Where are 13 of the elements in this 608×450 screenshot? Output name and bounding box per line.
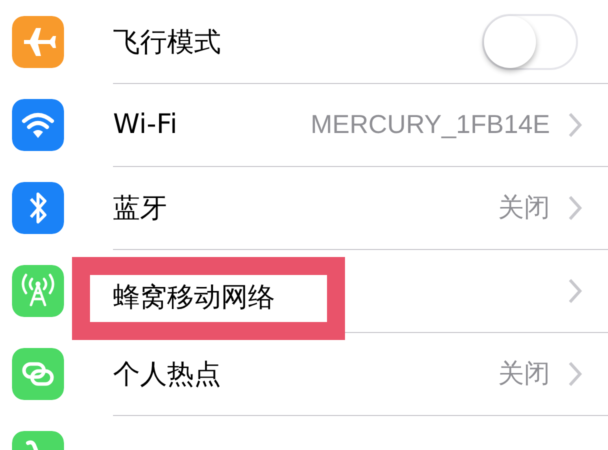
setting-label[interactable]: 个人热点 [113, 356, 221, 392]
setting-label[interactable]: Wi-Fi [113, 109, 178, 140]
chevron-icon [568, 194, 582, 220]
chevron-icon [568, 278, 582, 304]
setting-label[interactable]: 飞行模式 [113, 24, 221, 60]
setting-value: MERCURY_1FB14E [310, 109, 550, 140]
setting-label[interactable]: 蜂窝移动网络 [113, 279, 275, 315]
setting-value: 关闭 [498, 357, 550, 390]
chevron-icon [568, 360, 582, 386]
setting-value: 关闭 [498, 191, 550, 224]
chevron-icon [568, 112, 582, 138]
toggle-switch[interactable] [482, 14, 578, 70]
setting-label[interactable]: 蓝牙 [113, 190, 167, 226]
